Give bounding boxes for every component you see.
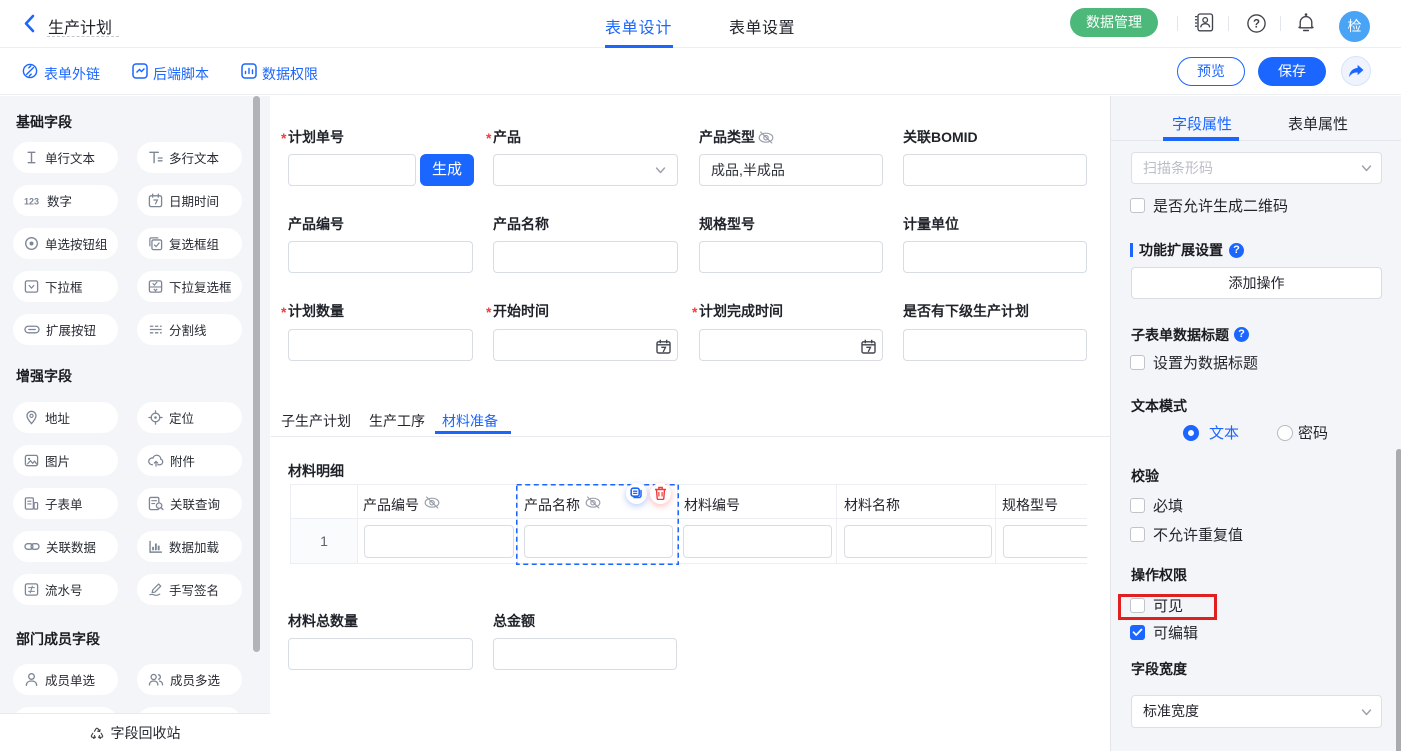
svg-text:?: ? bbox=[1253, 19, 1260, 31]
svg-text:123: 123 bbox=[24, 197, 39, 207]
